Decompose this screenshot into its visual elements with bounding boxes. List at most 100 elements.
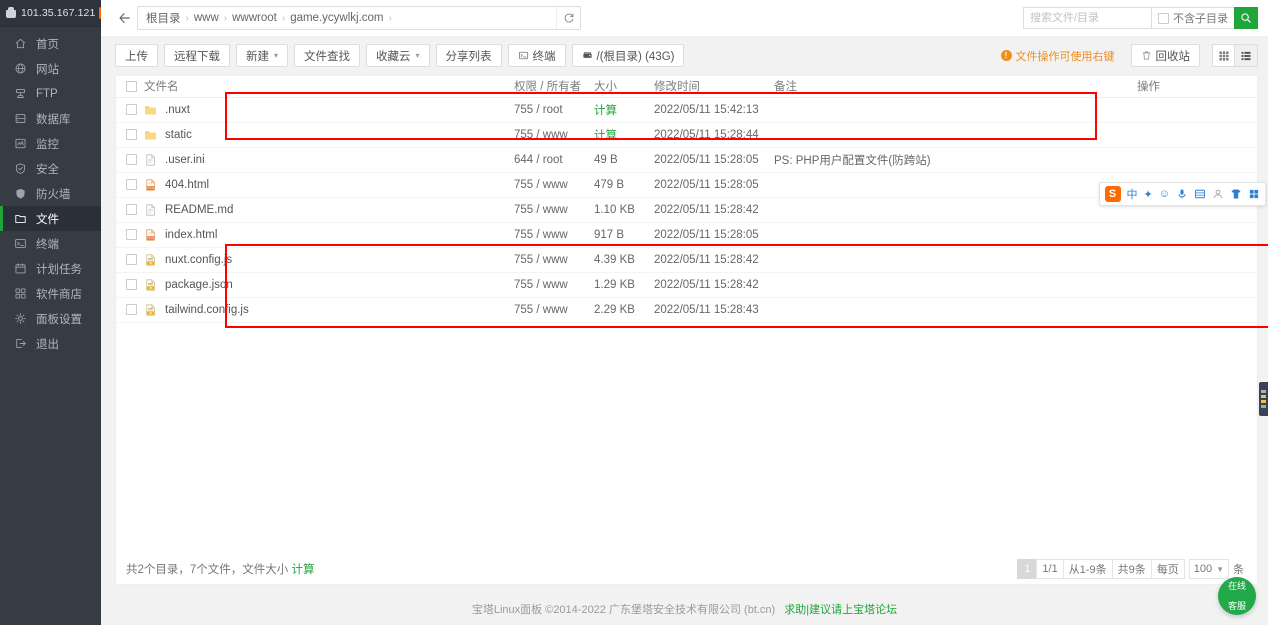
checkbox-box[interactable] (1158, 13, 1169, 24)
sidebar-item-3[interactable]: FTP (0, 81, 101, 106)
breadcrumb-item-2[interactable]: www (194, 12, 219, 24)
row-permission-owner[interactable]: 755 / www (514, 172, 594, 197)
row-checkbox[interactable] (126, 129, 137, 140)
row-permission-owner[interactable]: 755 / www (514, 122, 594, 147)
ime-emoji-icon[interactable]: ☺ (1159, 188, 1170, 200)
row-size[interactable]: 计算 (594, 97, 654, 122)
row-operations[interactable] (1137, 122, 1257, 147)
row-file-name[interactable]: .nuxt (165, 104, 190, 116)
toolbar-button-5[interactable]: 收藏云▾ (366, 44, 430, 67)
sidebar-item-4[interactable]: 数据库 (0, 106, 101, 131)
row-permission-owner[interactable]: 755 / root (514, 97, 594, 122)
row-operations[interactable] (1137, 272, 1257, 297)
row-checkbox[interactable] (126, 254, 137, 265)
row-permission-owner[interactable]: 755 / www (514, 272, 594, 297)
breadcrumb-item-3[interactable]: wwwroot (232, 12, 277, 24)
ime-punct-icon[interactable]: ✦ (1144, 188, 1153, 201)
subdir-checkbox[interactable]: 不含子目录 (1151, 7, 1234, 29)
row-file-name[interactable]: .user.ini (165, 154, 205, 166)
row-file-name[interactable]: static (165, 129, 192, 141)
row-operations[interactable] (1137, 147, 1257, 172)
ime-skin-icon[interactable] (1230, 188, 1242, 200)
grid-view-button[interactable] (1212, 44, 1235, 67)
page-size-select[interactable]: 100 ▼ (1189, 559, 1229, 579)
row-operations[interactable] (1137, 222, 1257, 247)
search-input[interactable] (1030, 12, 1145, 24)
ime-apps-icon[interactable] (1248, 188, 1260, 200)
row-size-value[interactable]: 计算 (594, 130, 617, 142)
summary-calc-link[interactable]: 计算 (292, 564, 315, 576)
toolbar-button-4[interactable]: 文件查找 (294, 44, 360, 67)
col-permission-owner[interactable]: 权限 / 所有者 (514, 76, 594, 97)
col-note[interactable]: 备注 (774, 76, 1137, 97)
row-size[interactable]: 计算 (594, 122, 654, 147)
table-row[interactable]: .user.ini644 / root49 B2022/05/11 15:28:… (116, 147, 1257, 172)
table-row[interactable]: static755 / www计算2022/05/11 15:28:44 (116, 122, 1257, 147)
table-row[interactable]: JStailwind.config.js755 / www2.29 KB2022… (116, 297, 1257, 322)
sogou-logo-icon[interactable]: S (1105, 186, 1121, 202)
table-row[interactable]: README.md755 / www1.10 KB2022/05/11 15:2… (116, 197, 1257, 222)
ime-panel-icon[interactable] (1194, 188, 1206, 200)
table-row[interactable]: <>HTMLindex.html755 / www917 B2022/05/11… (116, 222, 1257, 247)
col-filename[interactable]: 文件名 (144, 76, 514, 97)
row-checkbox[interactable] (126, 154, 137, 165)
row-file-name[interactable]: 404.html (165, 179, 209, 191)
table-row[interactable]: .nuxt755 / root计算2022/05/11 15:42:13 (116, 97, 1257, 122)
row-file-name[interactable]: tailwind.config.js (165, 304, 249, 316)
breadcrumb-item-4[interactable]: game.ycywlkj.com (290, 12, 383, 24)
sidebar-item-6[interactable]: 安全 (0, 156, 101, 181)
row-size-value[interactable]: 计算 (594, 105, 617, 117)
sidebar-item-12[interactable]: 面板设置 (0, 306, 101, 331)
toolbar-button-3[interactable]: 新建▾ (236, 44, 288, 67)
row-operations[interactable] (1137, 97, 1257, 122)
breadcrumb-item-1[interactable]: 根目录 (146, 10, 181, 26)
page-current[interactable]: 1 (1017, 559, 1037, 579)
sidebar-item-11[interactable]: 软件商店 (0, 281, 101, 306)
sidebar-item-9[interactable]: 终端 (0, 231, 101, 256)
row-file-name[interactable]: README.md (165, 204, 233, 216)
ime-chinese-icon[interactable]: 中 (1127, 186, 1138, 202)
toolbar-button-8[interactable]: /(根目录) (43G) (572, 44, 685, 67)
ime-mic-icon[interactable] (1176, 188, 1188, 200)
path-bar[interactable]: 根目录›www›wwwroot›game.ycywlkj.com› (137, 6, 581, 30)
ime-user-icon[interactable] (1212, 188, 1224, 200)
edge-panel-tab[interactable] (1259, 382, 1268, 416)
row-checkbox[interactable] (126, 204, 137, 215)
sidebar-item-13[interactable]: 退出 (0, 331, 101, 356)
sidebar-item-7[interactable]: 防火墙 (0, 181, 101, 206)
list-view-button[interactable] (1235, 44, 1258, 67)
toolbar-button-1[interactable]: 上传 (115, 44, 158, 67)
search-button[interactable] (1234, 7, 1258, 29)
sidebar-item-10[interactable]: 计划任务 (0, 256, 101, 281)
row-checkbox[interactable] (126, 304, 137, 315)
row-operations[interactable] (1137, 247, 1257, 272)
sidebar-item-8[interactable]: 文件 (0, 206, 101, 231)
sidebar-item-5[interactable]: 监控 (0, 131, 101, 156)
toolbar-button-7[interactable]: 终端 (508, 44, 566, 67)
row-checkbox[interactable] (126, 179, 137, 190)
row-checkbox[interactable] (126, 104, 137, 115)
row-permission-owner[interactable]: 644 / root (514, 147, 594, 172)
table-row[interactable]: JSnuxt.config.js755 / www4.39 KB2022/05/… (116, 247, 1257, 272)
row-file-name[interactable]: nuxt.config.js (165, 254, 232, 266)
select-all-checkbox[interactable] (126, 81, 137, 92)
search-input-wrap[interactable] (1023, 7, 1151, 29)
row-checkbox[interactable] (126, 279, 137, 290)
refresh-button[interactable] (556, 7, 580, 29)
toolbar-button-6[interactable]: 分享列表 (436, 44, 502, 67)
row-permission-owner[interactable]: 755 / www (514, 297, 594, 322)
forum-link[interactable]: 求助|建议请上宝塔论坛 (784, 604, 897, 616)
back-button[interactable] (115, 9, 133, 27)
row-checkbox[interactable] (126, 229, 137, 240)
col-size[interactable]: 大小 (594, 76, 654, 97)
row-permission-owner[interactable]: 755 / www (514, 222, 594, 247)
row-operations[interactable] (1137, 297, 1257, 322)
sidebar-item-1[interactable]: 首页 (0, 31, 101, 56)
table-row[interactable]: JSpackage.json755 / www1.29 KB2022/05/11… (116, 272, 1257, 297)
toolbar-button-2[interactable]: 远程下载 (164, 44, 230, 67)
online-support-button[interactable]: 在线 客服 (1218, 577, 1256, 615)
col-modified-time[interactable]: 修改时间 (654, 76, 774, 97)
row-permission-owner[interactable]: 755 / www (514, 247, 594, 272)
recycle-bin-button[interactable]: 回收站 (1131, 44, 1201, 67)
row-file-name[interactable]: index.html (165, 229, 217, 241)
